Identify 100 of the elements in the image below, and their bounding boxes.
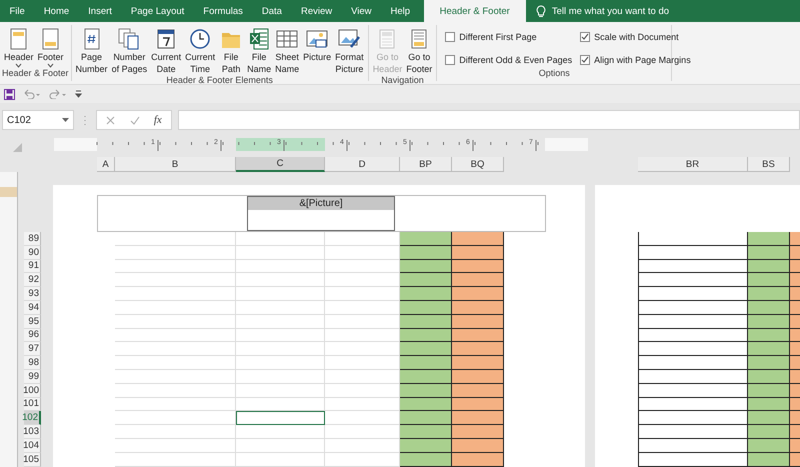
ribbon-button[interactable]: Number of Pages [110, 25, 150, 75]
table-cell[interactable] [638, 356, 748, 370]
ribbon-button[interactable]: Current Time [183, 25, 218, 75]
row-header[interactable]: 95 [24, 314, 41, 329]
row-header[interactable]: 98 [24, 356, 41, 370]
option-checkbox[interactable]: Different Odd & Even Pages [445, 52, 572, 68]
table-cell[interactable] [400, 370, 452, 384]
table-cell[interactable] [452, 342, 504, 356]
table-cell[interactable] [400, 425, 452, 439]
table-cell[interactable] [638, 287, 748, 301]
table-cell[interactable] [748, 300, 790, 315]
table-cell[interactable] [400, 287, 452, 301]
table-cell[interactable] [452, 356, 504, 370]
row-header[interactable]: 94 [24, 300, 41, 315]
table-cell[interactable] [638, 452, 748, 467]
table-cell[interactable] [452, 300, 504, 315]
ribbon-button[interactable]: Sheet Name [273, 25, 302, 75]
row-header[interactable]: 105 [24, 452, 41, 467]
ribbon-tab[interactable]: Home [34, 0, 79, 22]
table-cell[interactable] [748, 314, 790, 329]
header-area[interactable]: &[Picture] [97, 195, 546, 232]
customize-icon[interactable] [75, 90, 82, 98]
table-cell[interactable] [452, 370, 504, 384]
ribbon-tab[interactable]: Page Layout [121, 0, 194, 22]
table-cell[interactable] [638, 246, 748, 260]
row-header[interactable]: 103 [24, 425, 41, 439]
table-cell[interactable] [452, 246, 504, 260]
ribbon-tab[interactable]: View [342, 0, 382, 22]
table-cell[interactable] [452, 328, 504, 342]
table-cell[interactable] [452, 425, 504, 439]
table-cell[interactable] [638, 273, 748, 288]
option-checkbox[interactable]: Scale with Document [580, 29, 691, 46]
column-header[interactable]: BP [400, 157, 452, 172]
table-cell[interactable] [638, 398, 748, 412]
table-cell[interactable] [638, 260, 748, 274]
table-cell[interactable] [748, 411, 790, 426]
column-header[interactable]: BQ [452, 157, 504, 172]
row-header[interactable]: 100 [24, 384, 41, 398]
table-cell[interactable] [748, 273, 790, 288]
checkbox[interactable] [445, 32, 456, 42]
table-cell[interactable] [400, 411, 452, 426]
table-cell[interactable] [452, 287, 504, 301]
ribbon-button[interactable]: Format Picture [333, 25, 366, 75]
checkbox[interactable] [445, 54, 456, 65]
row-header[interactable]: 93 [24, 287, 41, 301]
dropdown-caret-icon[interactable] [62, 118, 69, 122]
column-header[interactable]: BR [638, 157, 748, 172]
column-header[interactable]: A [97, 157, 115, 172]
option-checkbox[interactable]: Different First Page [445, 29, 572, 46]
column-header[interactable]: D [325, 157, 400, 172]
table-cell[interactable] [400, 300, 452, 315]
column-header[interactable]: B [115, 157, 236, 172]
row-header[interactable]: 101 [24, 398, 41, 412]
row-header[interactable]: 99 [24, 370, 41, 384]
row-header[interactable]: 96 [24, 328, 41, 342]
formula-input-field[interactable] [178, 110, 800, 130]
row-header[interactable]: 90 [24, 246, 41, 260]
ribbon-tab[interactable]: Formulas [194, 0, 252, 22]
ribbon-button[interactable]: Picture [301, 25, 334, 75]
table-cell[interactable] [638, 314, 748, 329]
ribbon-button[interactable]: File Path [217, 25, 246, 75]
ribbon-button[interactable]: Header [2, 25, 36, 68]
table-cell[interactable] [638, 370, 748, 384]
table-cell[interactable] [638, 425, 748, 439]
table-cell[interactable] [400, 384, 452, 398]
ribbon-button[interactable]: Go to Footer [404, 25, 434, 75]
table-cell[interactable] [748, 260, 790, 274]
table-cell[interactable] [748, 398, 790, 412]
ribbon-button[interactable]: Current Date [149, 25, 184, 75]
table-cell[interactable] [748, 425, 790, 439]
table-cell[interactable] [400, 452, 452, 467]
checkbox[interactable] [580, 32, 590, 42]
table-cell[interactable] [400, 246, 452, 260]
table-cell[interactable] [400, 342, 452, 356]
row-header[interactable]: 92 [24, 273, 41, 288]
ribbon-button[interactable]: File Name [245, 25, 274, 75]
row-header[interactable]: 102 [24, 411, 41, 426]
ribbon-tab[interactable]: Review [291, 0, 342, 22]
name-box[interactable]: C102 [2, 110, 74, 130]
table-cell[interactable] [748, 287, 790, 301]
header-section-field[interactable]: &[Picture] [247, 196, 395, 231]
table-cell[interactable] [452, 411, 504, 426]
ribbon-button[interactable]: Footer [36, 25, 66, 68]
table-cell[interactable] [638, 342, 748, 356]
table-cell[interactable] [452, 260, 504, 274]
checkbox[interactable] [580, 54, 590, 65]
ribbon-tab[interactable]: Header & Footer [424, 0, 526, 22]
table-cell[interactable] [748, 370, 790, 384]
table-cell[interactable] [400, 314, 452, 329]
table-cell[interactable] [400, 398, 452, 412]
ribbon-tab[interactable]: File [0, 0, 34, 22]
table-cell[interactable] [638, 384, 748, 398]
table-cell[interactable] [748, 438, 790, 453]
table-cell[interactable] [400, 356, 452, 370]
table-cell[interactable] [638, 328, 748, 342]
table-cell[interactable] [748, 328, 790, 342]
table-cell[interactable] [452, 452, 504, 467]
column-header[interactable]: BS [748, 157, 790, 172]
ribbon-tab[interactable]: Insert [78, 0, 122, 22]
table-cell[interactable] [748, 384, 790, 398]
